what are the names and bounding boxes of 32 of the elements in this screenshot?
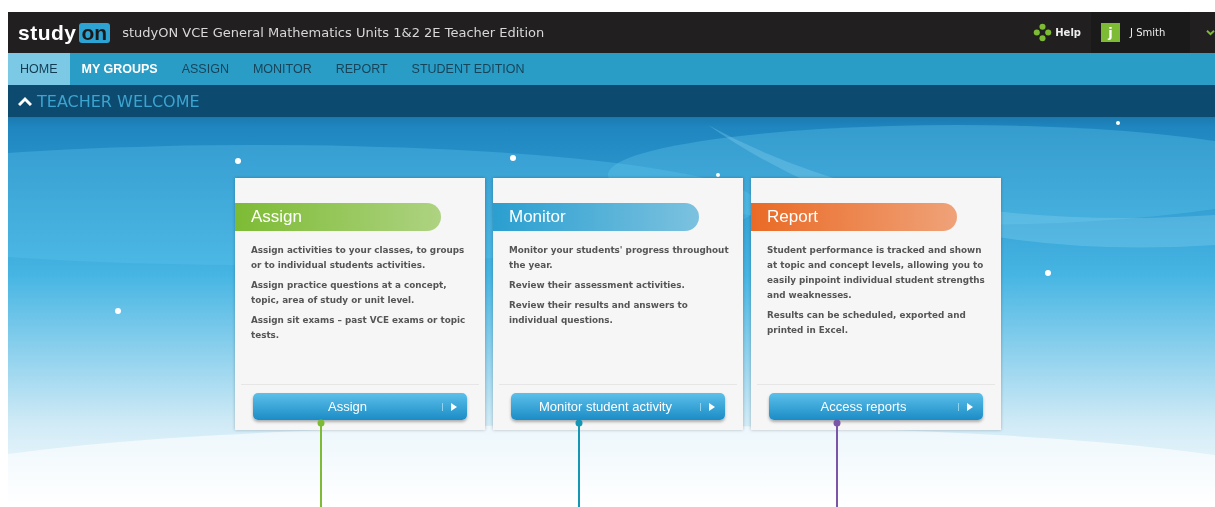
user-name[interactable]: J Smith [1130, 27, 1180, 38]
play-arrow-icon [700, 402, 715, 411]
description-text: Review their results and answers to individual questions. [509, 299, 689, 327]
app-title: studyON VCE General Mathematics Units 1&2 2E Teacher Edition [122, 25, 545, 40]
nav-tab[interactable]: REPORT [323, 53, 400, 85]
help-link[interactable]: Help [1055, 27, 1081, 38]
nav-tab[interactable]: STUDENT EDITION [399, 53, 537, 85]
play-arrow-icon [958, 402, 973, 411]
description-text: Assign sit exams – past VCE exams or topic tests. [251, 314, 467, 342]
description-text: Student performance is tracked and shown at topic and concept levels, allowing you to easily pinpoint individual student strengths and weaknesses. [767, 244, 986, 302]
chevron-down-icon[interactable] [1206, 29, 1215, 36]
description-text: Review their assessment activities. [509, 279, 686, 292]
description-text: Assign practice questions at a concept, topic, area of study or unit level. [251, 279, 448, 307]
play-arrow-icon [442, 402, 457, 411]
description-text: Assign activities to your classes, to groups or to individual students activities. [251, 244, 466, 272]
avatar[interactable]: j [1101, 23, 1120, 42]
description-text: Results can be scheduled, exported and printed in Excel. [767, 309, 967, 337]
help-icon[interactable] [1033, 23, 1053, 42]
nav-tab[interactable]: MONITOR [240, 53, 324, 85]
logo[interactable]: study on [18, 20, 111, 45]
caret-up-icon[interactable] [18, 96, 32, 106]
action-button[interactable]: Monitor student activity [511, 393, 725, 420]
card-title: Assign [235, 203, 441, 231]
card-title: Report [751, 203, 957, 231]
nav-tab[interactable]: MY GROUPS [69, 53, 170, 85]
nav-tab[interactable]: HOME [8, 53, 70, 85]
action-button[interactable]: Assign [253, 393, 467, 420]
section-title[interactable]: TEACHER WELCOME [37, 91, 200, 111]
card-title: Monitor [493, 203, 699, 231]
description-text: Monitor your students' progress throughout the year. [509, 244, 730, 272]
nav-tab[interactable]: ASSIGN [169, 53, 241, 85]
action-button[interactable]: Access reports [769, 393, 983, 420]
